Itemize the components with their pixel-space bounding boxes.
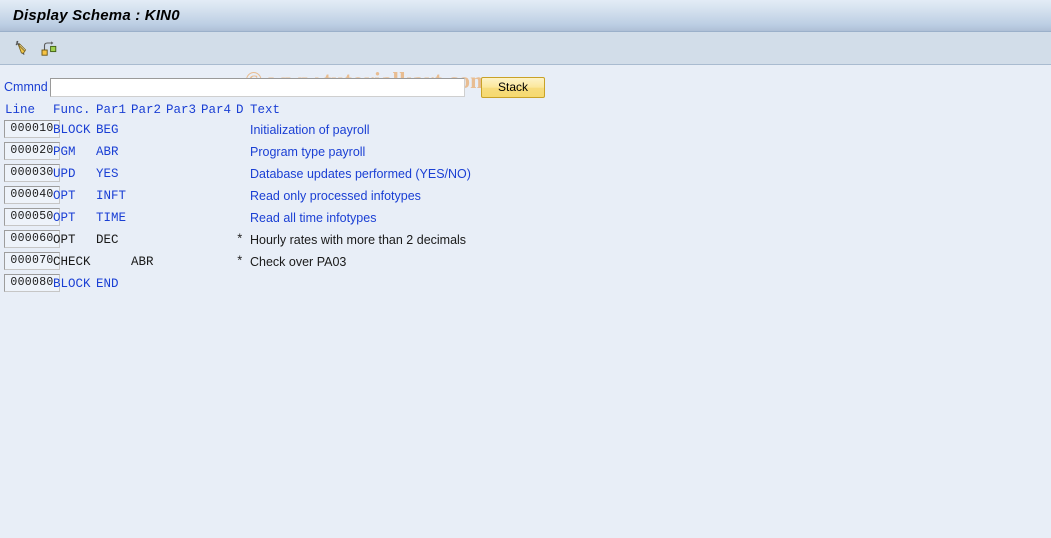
row-func: CHECK — [53, 255, 91, 269]
row-text: Hourly rates with more than 2 decimals — [250, 233, 467, 247]
row-func: OPT — [53, 233, 76, 247]
row-par1: YES — [96, 167, 119, 181]
row-line-number[interactable]: 000040 — [4, 186, 60, 204]
edit-pencil-icon[interactable] — [10, 36, 34, 60]
row-line-number[interactable]: 000030 — [4, 164, 60, 182]
table-row[interactable]: 000040 OPT INFT Read only processed info… — [0, 185, 1051, 207]
schema-table: Line Func. Par1 Par2 Par3 Par4 D Text 00… — [0, 101, 1051, 295]
row-text: Program type payroll — [250, 145, 366, 159]
column-header-par4: Par4 — [201, 103, 232, 117]
row-func: OPT — [53, 189, 76, 203]
table-row[interactable]: 000010 BLOCK BEG Initialization of payro… — [0, 119, 1051, 141]
row-d: * — [236, 255, 244, 269]
command-row: Cmmnd Stack — [0, 76, 1051, 98]
row-d: * — [236, 233, 244, 247]
column-header-par2: Par2 — [131, 103, 162, 117]
row-line-number[interactable]: 000060 — [4, 230, 60, 248]
row-line-number[interactable]: 000070 — [4, 252, 60, 270]
column-header-text: Text — [250, 103, 281, 117]
command-label: Cmmnd — [4, 80, 48, 94]
row-par1: ABR — [96, 145, 119, 159]
row-func: UPD — [53, 167, 76, 181]
hierarchy-icon[interactable] — [37, 36, 61, 60]
row-func: BLOCK — [53, 123, 91, 137]
row-text: Read only processed infotypes — [250, 189, 421, 203]
command-input[interactable] — [50, 77, 465, 97]
row-text: Check over PA03 — [250, 255, 347, 269]
row-func: BLOCK — [53, 277, 91, 291]
table-row[interactable]: 000050 OPT TIME Read all time infotypes — [0, 207, 1051, 229]
row-line-number[interactable]: 000020 — [4, 142, 60, 160]
row-func: OPT — [53, 211, 76, 225]
table-header-row: Line Func. Par1 Par2 Par3 Par4 D Text — [0, 101, 1051, 119]
table-row[interactable]: 000030 UPD YES Database updates performe… — [0, 163, 1051, 185]
page-title: Display Schema : KIN0 — [13, 7, 180, 24]
row-par1: TIME — [96, 211, 127, 225]
table-row[interactable]: 000020 PGM ABR Program type payroll — [0, 141, 1051, 163]
row-text: Database updates performed (YES/NO) — [250, 167, 471, 181]
row-line-number[interactable]: 000050 — [4, 208, 60, 226]
application-toolbar: © www.tutorialkart.com — [0, 32, 1051, 93]
row-text: Initialization of payroll — [250, 123, 370, 137]
window-title-bar: Display Schema : KIN0 — [0, 0, 1051, 32]
column-header-par3: Par3 — [166, 103, 197, 117]
table-row[interactable]: 000080 BLOCK END — [0, 273, 1051, 295]
row-func: PGM — [53, 145, 76, 159]
row-par1: END — [96, 277, 119, 291]
stack-button[interactable]: Stack — [481, 76, 545, 98]
row-par2: ABR — [131, 255, 154, 269]
row-line-number[interactable]: 000080 — [4, 274, 60, 292]
column-header-line: Line — [5, 103, 36, 117]
table-row[interactable]: 000070 CHECK ABR * Check over PA03 — [0, 251, 1051, 273]
column-header-par1: Par1 — [96, 103, 127, 117]
row-par1: BEG — [96, 123, 119, 137]
table-row[interactable]: 000060 OPT DEC * Hourly rates with more … — [0, 229, 1051, 251]
row-par1: INFT — [96, 189, 127, 203]
row-par1: DEC — [96, 233, 119, 247]
column-header-d: D — [236, 103, 244, 117]
row-text: Read all time infotypes — [250, 211, 377, 225]
column-header-func: Func. — [53, 103, 91, 117]
row-line-number[interactable]: 000010 — [4, 120, 60, 138]
